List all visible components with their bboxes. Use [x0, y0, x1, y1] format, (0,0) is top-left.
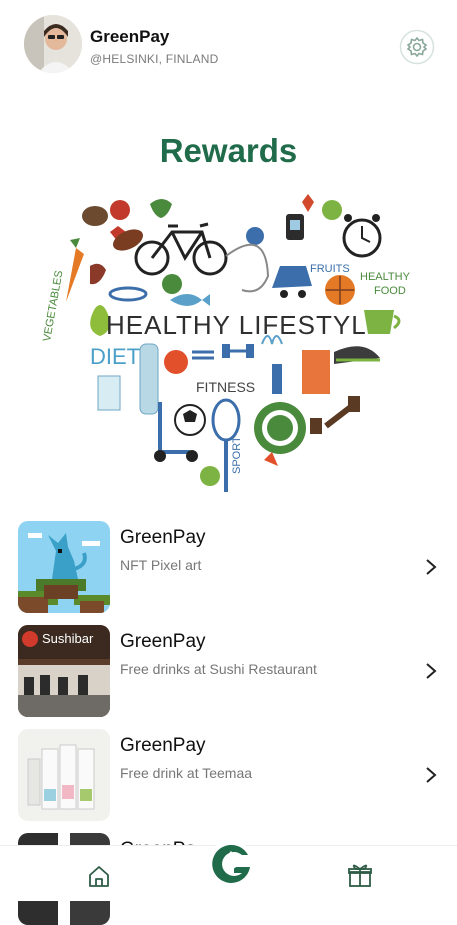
- reward-subtitle: NFT Pixel art: [120, 557, 202, 573]
- home-icon[interactable]: [86, 864, 112, 888]
- svg-text:FRUITS: FRUITS: [310, 263, 350, 275]
- header: GreenPay @HELSINKI, FINLAND: [0, 0, 457, 90]
- gift-icon[interactable]: [346, 861, 374, 889]
- svg-text:HEALTHY: HEALTHY: [360, 271, 411, 283]
- chevron-right-icon[interactable]: [424, 558, 438, 576]
- svg-text:DIET: DIET: [90, 344, 140, 369]
- user-location: @HELSINKI, FINLAND: [90, 52, 219, 66]
- reward-item-teemaa[interactable]: GreenPay Free drink at Teemaa: [0, 723, 457, 821]
- chevron-right-icon[interactable]: [424, 766, 438, 784]
- reward-title: GreenPay: [120, 631, 206, 652]
- page-title: Rewards: [159, 132, 298, 169]
- reward-thumbnail-nft: [18, 521, 110, 613]
- bottom-navigation: [0, 840, 457, 901]
- reward-subtitle: Free drinks at Sushi Restaurant: [120, 661, 317, 677]
- reward-item-sushi[interactable]: Sushibar GreenPay Free drinks at Sushi R…: [0, 619, 457, 717]
- greenpay-logo-icon[interactable]: [206, 839, 256, 889]
- avatar[interactable]: [24, 15, 82, 73]
- settings-gear-icon[interactable]: [399, 29, 435, 65]
- svg-text:FITNESS: FITNESS: [196, 379, 255, 395]
- svg-text:Sushibar: Sushibar: [42, 631, 94, 646]
- svg-text:VEGETABLES: VEGETABLES: [41, 270, 65, 343]
- svg-text:FOOD: FOOD: [374, 285, 406, 297]
- healthy-lifestyle-illustration: VEGETABLES HEALTHY LIFESTYLE FRUITS HEAL…: [40, 192, 418, 504]
- reward-thumbnail-teemaa: [18, 729, 110, 821]
- svg-text:SPORT: SPORT: [231, 436, 243, 474]
- reward-thumbnail-sushibar: Sushibar: [18, 625, 110, 717]
- svg-text:HEALTHY LIFESTYLE: HEALTHY LIFESTYLE: [106, 310, 385, 340]
- reward-subtitle: Free drink at Teemaa: [120, 765, 253, 781]
- user-name: GreenPay: [90, 27, 170, 46]
- reward-title: GreenPay: [120, 527, 206, 548]
- reward-title: GreenPay: [120, 735, 206, 756]
- reward-item-nft[interactable]: GreenPay NFT Pixel art: [0, 515, 457, 613]
- chevron-right-icon[interactable]: [424, 662, 438, 680]
